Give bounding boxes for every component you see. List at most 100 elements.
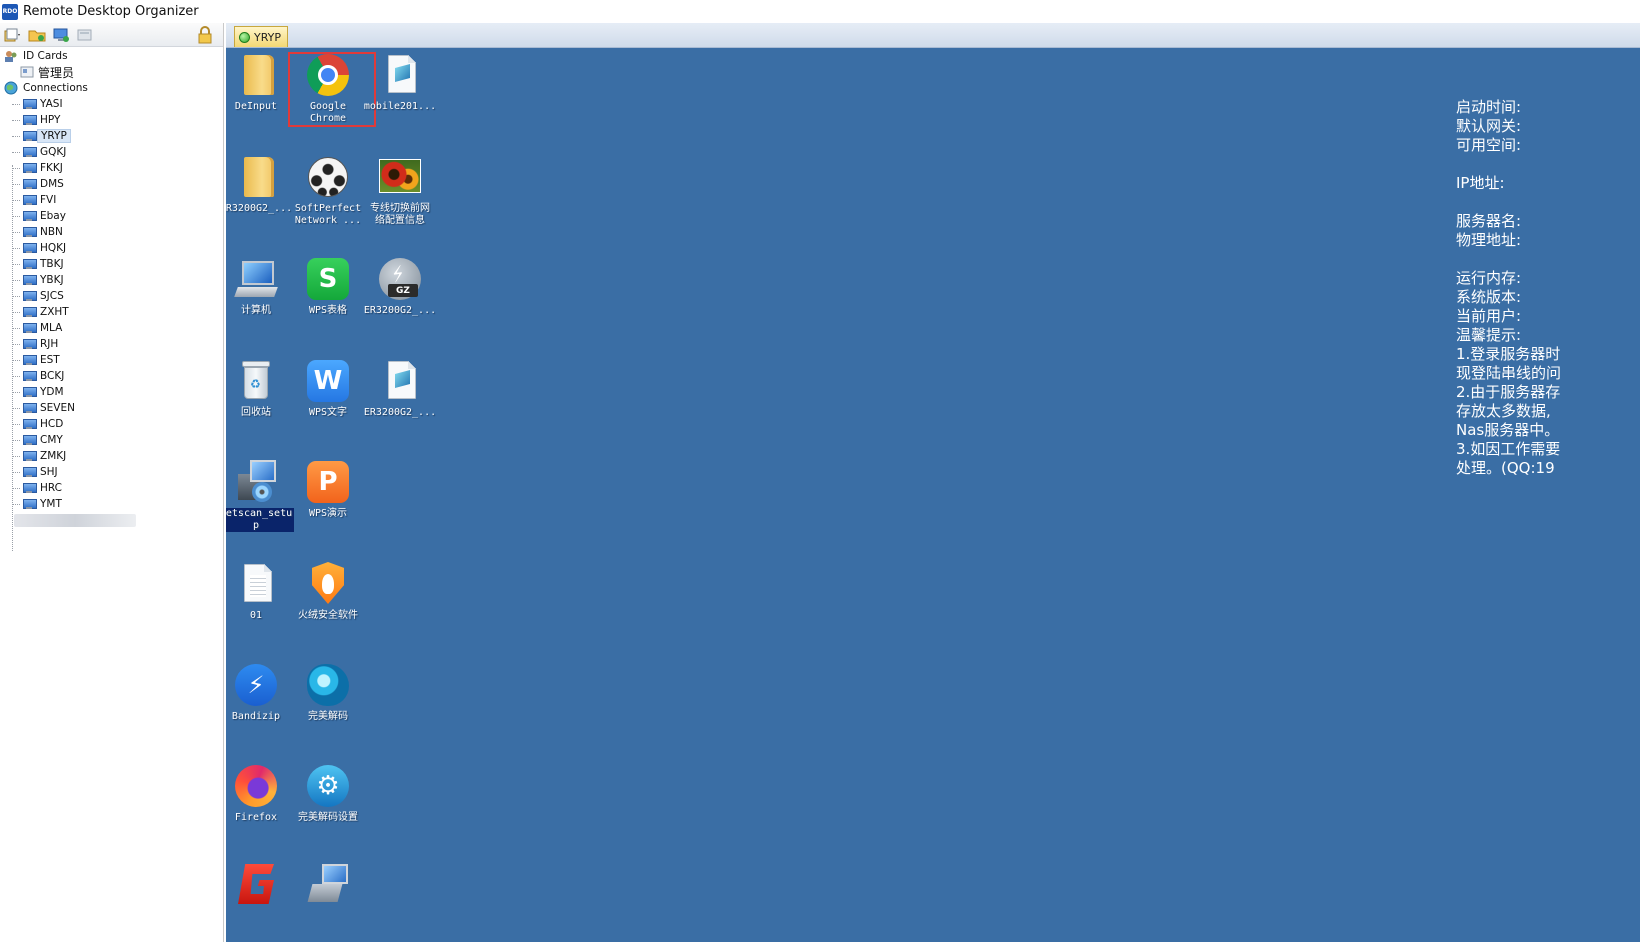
tree-connection-sjcs[interactable]: SJCS bbox=[0, 288, 223, 304]
tree-connection-zmkj[interactable]: ZMKJ bbox=[0, 448, 223, 464]
desktop-icon-mobile201[interactable]: mobile201... bbox=[362, 51, 438, 113]
desktop-icon-potplayer[interactable]: 完美解码 bbox=[290, 661, 366, 723]
tree-connection-cmy[interactable]: CMY bbox=[0, 432, 223, 448]
icon-label: 回收站 bbox=[241, 407, 271, 418]
tree-connection-hpy[interactable]: HPY bbox=[0, 112, 223, 128]
info-group: 服务器名: 物理地址: bbox=[1456, 212, 1640, 250]
tree-connection-seven[interactable]: SEVEN bbox=[0, 400, 223, 416]
icon-label: ER3200G2_... bbox=[226, 203, 293, 214]
tree-admin[interactable]: 管理员 bbox=[0, 64, 223, 80]
tree-connection-fvi[interactable]: FVI bbox=[0, 192, 223, 208]
tree-connection-hrc[interactable]: HRC bbox=[0, 480, 223, 496]
tree-guide-line bbox=[12, 280, 20, 281]
tree-label: SEVEN bbox=[40, 402, 75, 414]
tab-yryp[interactable]: YRYP bbox=[234, 26, 289, 47]
desktop-icon-er3200-file[interactable]: ER3200G2_... bbox=[362, 357, 438, 419]
tree-label: ZXHT bbox=[40, 306, 69, 318]
desktop-icon-recycle-bin[interactable]: ♻ 回收站 bbox=[226, 357, 294, 419]
info-line: 处理。(QQ:19 bbox=[1456, 459, 1555, 477]
user-card-icon bbox=[20, 66, 34, 79]
tree-connection-fkkj[interactable]: FKKJ bbox=[0, 160, 223, 176]
tree-label: SHJ bbox=[40, 466, 58, 478]
icon-label: 01 bbox=[249, 610, 263, 621]
tree-connection-hqkj[interactable]: HQKJ bbox=[0, 240, 223, 256]
desktop-icon-deinput[interactable]: DeInput bbox=[226, 51, 294, 113]
tree-id-cards[interactable]: ID Cards bbox=[0, 48, 223, 64]
tree-label: 管理员 bbox=[38, 65, 75, 80]
icon-label: mobile201... bbox=[363, 101, 437, 112]
desktop-icon-firefox[interactable]: Firefox bbox=[226, 762, 294, 824]
monitor-icon bbox=[22, 178, 37, 191]
tree-connection-yasi[interactable]: YASI bbox=[0, 96, 223, 112]
tree-connection-est[interactable]: EST bbox=[0, 352, 223, 368]
new-icon[interactable] bbox=[4, 26, 22, 44]
remote-desktop[interactable]: DeInput ER3200G2_... 计算机 ♻ 回收站 netscan_s… bbox=[226, 48, 1640, 942]
connections-pane: ID Cards 管理员 Connections YASI HPY YRYP GQKJ… bbox=[0, 23, 224, 942]
tree-connection-gqkj[interactable]: GQKJ bbox=[0, 144, 223, 160]
info-line: 温馨提示: bbox=[1456, 326, 1522, 344]
connection-add-icon[interactable] bbox=[52, 26, 70, 44]
lock-icon[interactable] bbox=[197, 26, 213, 44]
tree-connection-ydm[interactable]: YDM bbox=[0, 384, 223, 400]
folder-add-icon[interactable] bbox=[28, 26, 46, 44]
tree-label: HRC bbox=[40, 482, 62, 494]
desktop-icon-01[interactable]: 01 bbox=[226, 560, 294, 622]
tree-connection-shj[interactable]: SHJ bbox=[0, 464, 223, 480]
tree-connection-tbkj[interactable]: TBKJ bbox=[0, 256, 223, 272]
tree-guide-line bbox=[12, 296, 20, 297]
tree-connection-nbn[interactable]: NBN bbox=[0, 224, 223, 240]
connection-tree: ID Cards 管理员 Connections YASI HPY YRYP GQKJ… bbox=[0, 47, 223, 551]
desktop-icon-wps-writer[interactable]: W WPS文字 bbox=[290, 357, 366, 419]
tree-connection-rjh[interactable]: RJH bbox=[0, 336, 223, 352]
tree-connection-mla[interactable]: MLA bbox=[0, 320, 223, 336]
info-line: IP地址: bbox=[1456, 174, 1505, 192]
tree-connection-bckj[interactable]: BCKJ bbox=[0, 368, 223, 384]
icon-label: netscan_setu p bbox=[226, 508, 294, 532]
computer-icon bbox=[232, 255, 280, 303]
desktop-icon-netscan-setup[interactable]: netscan_setu p bbox=[226, 458, 294, 532]
tree-label: CMY bbox=[40, 434, 63, 446]
tree-label: YDM bbox=[40, 386, 64, 398]
soccer-ball-icon bbox=[304, 153, 352, 201]
tree-connection-ybkj[interactable]: YBKJ bbox=[0, 272, 223, 288]
desktop-icon-potplayer-settings[interactable]: ⚙ 完美解码设置 bbox=[290, 762, 366, 824]
icon-label: DeInput bbox=[234, 101, 278, 112]
desktop-icon-er3200-folder[interactable]: ER3200G2_... bbox=[226, 153, 294, 215]
desktop-icon-softperfect[interactable]: SoftPerfect Network ... bbox=[290, 153, 366, 227]
desktop-icon-huorong[interactable]: 火绒安全软件 bbox=[290, 560, 366, 622]
tree-connection-dms[interactable]: DMS bbox=[0, 176, 223, 192]
toolbar bbox=[0, 23, 223, 47]
tree-connection-hcd[interactable]: HCD bbox=[0, 416, 223, 432]
icon-label: ER3200G2_... bbox=[363, 407, 437, 418]
remote-session-pane: YRYP DeInput ER3200G2_... 计算机 ♻ 回收站 nets… bbox=[226, 23, 1640, 942]
desktop-icon-network-pc[interactable] bbox=[290, 860, 366, 910]
tree-connections[interactable]: Connections bbox=[0, 80, 223, 96]
tree-guide-line bbox=[12, 232, 20, 233]
icon-label: 完美解码 bbox=[308, 711, 348, 722]
tree-guide-line bbox=[12, 120, 20, 121]
desktop-icon-bandizip[interactable]: ⚡ Bandizip bbox=[226, 661, 294, 723]
monitor-icon bbox=[22, 226, 37, 239]
desktop-icon-network-config[interactable]: 专线切换前网 络配置信息 bbox=[362, 153, 438, 227]
tree-label: HCD bbox=[40, 418, 64, 430]
monitor-icon bbox=[22, 482, 37, 495]
properties-icon[interactable] bbox=[76, 26, 94, 44]
icon-label: ER3200G2_... bbox=[363, 305, 437, 316]
tree-label: RJH bbox=[40, 338, 59, 350]
desktop-icon-wps-spreadsheet[interactable]: S WPS表格 bbox=[290, 255, 366, 317]
tree-label: HQKJ bbox=[40, 242, 67, 254]
monitor-icon bbox=[22, 354, 37, 367]
desktop-icon-computer[interactable]: 计算机 bbox=[226, 255, 294, 317]
desktop-icon-red-app[interactable] bbox=[226, 860, 294, 910]
red-g-app-icon bbox=[232, 860, 280, 908]
info-line: 当前用户: bbox=[1456, 307, 1522, 325]
desktop-icon-wps-presentation[interactable]: P WPS演示 bbox=[290, 458, 366, 520]
info-line: 启动时间: bbox=[1456, 98, 1522, 116]
tree-connection-zxht[interactable]: ZXHT bbox=[0, 304, 223, 320]
desktop-icon-er3200-gz[interactable]: GZ ER3200G2_... bbox=[362, 255, 438, 317]
tree-connection-yryp[interactable]: YRYP bbox=[0, 128, 223, 144]
connection-list: YASI HPY YRYP GQKJ FKKJ DMS FVI Ebay NBN HQKJ TBKJ… bbox=[0, 96, 223, 512]
tree-connection-ymt[interactable]: YMT bbox=[0, 496, 223, 512]
monitor-icon bbox=[22, 290, 37, 303]
tree-connection-ebay[interactable]: Ebay bbox=[0, 208, 223, 224]
